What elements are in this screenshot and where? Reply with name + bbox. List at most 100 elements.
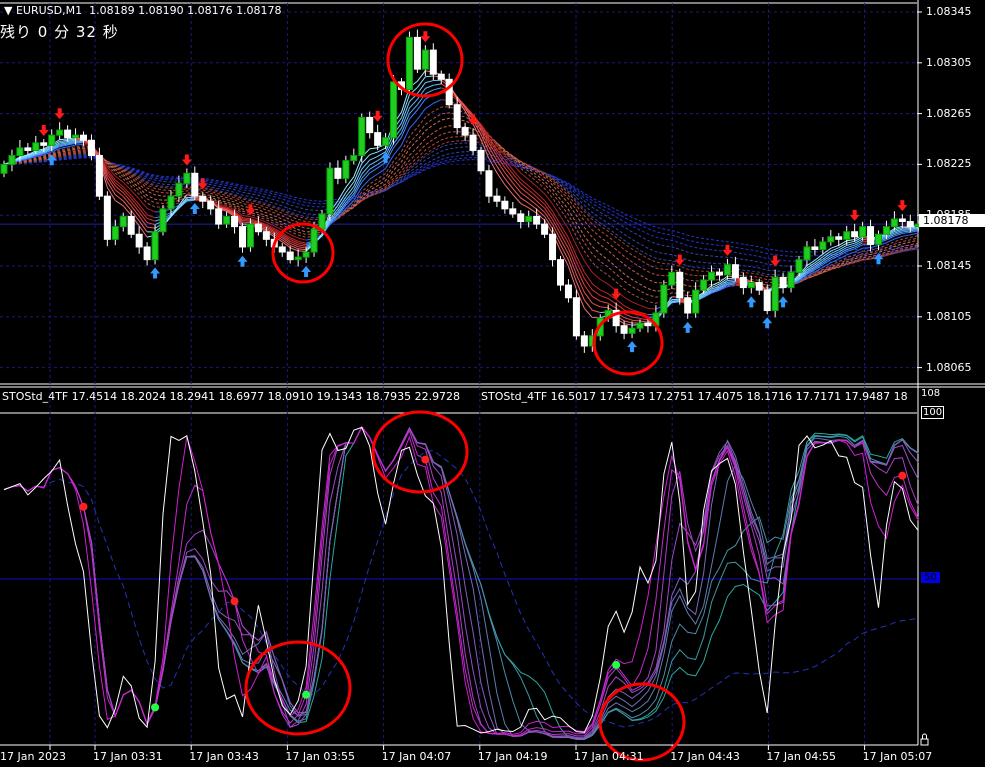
candle-bull bbox=[827, 236, 835, 243]
ema-fast-segment bbox=[671, 298, 680, 301]
candle-bull bbox=[747, 282, 755, 289]
candle-bear bbox=[716, 271, 723, 276]
candle-bear bbox=[143, 246, 151, 261]
candle-bear bbox=[135, 233, 143, 248]
ema-fast-segment bbox=[122, 181, 132, 191]
ema-fast-segment bbox=[567, 228, 577, 246]
candle-bull bbox=[119, 215, 127, 228]
buy-arrow-icon bbox=[627, 341, 638, 353]
ema-fast-segment bbox=[583, 278, 593, 291]
candle-bull bbox=[72, 134, 80, 139]
ema-fast-segment bbox=[528, 179, 537, 187]
candle-bear bbox=[684, 297, 692, 314]
ema-fast-segment bbox=[623, 317, 633, 321]
candle-bull bbox=[246, 223, 254, 248]
ema-fast-segment bbox=[830, 258, 839, 264]
ema-fast-segment bbox=[902, 234, 911, 237]
ema-mid-line bbox=[3, 112, 919, 298]
candle-bear bbox=[231, 215, 239, 228]
ema-fast-segment bbox=[146, 217, 156, 222]
chart-canvas[interactable] bbox=[0, 0, 985, 767]
candle-bull bbox=[890, 218, 898, 228]
sell-arrow-icon bbox=[54, 108, 65, 120]
ema-fast-segment bbox=[528, 185, 537, 194]
ema-fast-segment bbox=[416, 108, 426, 120]
candle-bull bbox=[310, 228, 318, 253]
ema-fast-segment bbox=[425, 84, 434, 89]
candle-bear bbox=[278, 246, 286, 253]
candle-bear bbox=[644, 322, 652, 327]
candle-bull bbox=[405, 36, 413, 90]
ema-fast-segment bbox=[583, 271, 593, 285]
candle-bull bbox=[32, 142, 40, 151]
ema-fast-segment bbox=[409, 119, 418, 129]
ema-fast-segment bbox=[433, 99, 442, 104]
stoch-buy-dot bbox=[302, 690, 311, 699]
ema-fast-segment bbox=[838, 242, 847, 249]
ema-fast-segment bbox=[416, 88, 426, 100]
ema-fast-segment bbox=[894, 235, 903, 240]
sell-arrow-icon bbox=[849, 209, 860, 221]
time-axis-label: 17 Jan 2023 bbox=[0, 750, 66, 763]
candle-bear bbox=[453, 104, 461, 129]
candle-bear bbox=[620, 325, 628, 334]
candle-bull bbox=[0, 163, 8, 174]
candle-bull bbox=[700, 279, 708, 291]
candle-bear bbox=[564, 284, 572, 299]
candle-bear bbox=[374, 132, 382, 146]
ema-fast-segment bbox=[369, 147, 378, 150]
ema-fast-segment bbox=[106, 171, 116, 184]
ema-fast-segment bbox=[115, 200, 124, 207]
indicator-label-1: STOStd_4TF 17.4514 18.2024 18.2941 18.69… bbox=[2, 390, 461, 403]
ema-fast-segment bbox=[591, 283, 601, 291]
ema-fast-segment bbox=[838, 240, 847, 246]
ema-fast-segment bbox=[536, 200, 545, 209]
ema-fast-segment bbox=[592, 295, 601, 302]
candle-bull bbox=[525, 215, 533, 223]
ema-fast-segment bbox=[425, 102, 434, 110]
ema-fast-segment bbox=[250, 216, 259, 220]
ema-fast-segment bbox=[902, 229, 911, 232]
candle-bull bbox=[628, 327, 636, 334]
buy-arrow-icon bbox=[746, 296, 757, 308]
ema-fast-segment bbox=[902, 231, 911, 234]
candle-bull bbox=[390, 81, 398, 139]
candle-bear bbox=[779, 276, 787, 289]
stoch-axis-top: 108 bbox=[921, 388, 941, 399]
stoch-sell-dot bbox=[898, 471, 907, 480]
ema-fast-segment bbox=[600, 300, 609, 304]
ema-fast-segment bbox=[75, 143, 84, 146]
ema-fast-segment bbox=[870, 245, 879, 249]
ema-fast-segment bbox=[353, 178, 363, 194]
candle-bear bbox=[851, 231, 859, 238]
ema-fast-segment bbox=[632, 319, 641, 322]
ema-slow-line bbox=[3, 151, 919, 267]
candle-bull bbox=[151, 231, 159, 261]
candle-bull bbox=[111, 226, 119, 240]
candle-bull bbox=[882, 226, 890, 235]
time-axis-label: 17 Jan 03:55 bbox=[285, 750, 356, 763]
candle-bull bbox=[167, 195, 175, 210]
candle-bull bbox=[302, 251, 310, 258]
sell-arrow-icon bbox=[611, 288, 622, 300]
candle-bull bbox=[819, 241, 827, 250]
indicator-label-2: STOStd_4TF 16.5017 17.5473 17.2751 17.40… bbox=[481, 390, 908, 403]
candle-bear bbox=[95, 155, 103, 197]
ema-fast-segment bbox=[552, 203, 561, 217]
candle-bull bbox=[350, 155, 358, 162]
time-axis-label: 17 Jan 04:07 bbox=[381, 750, 452, 763]
stoch-axis-100: 100 bbox=[921, 406, 945, 419]
candle-bear bbox=[24, 147, 32, 151]
candle-bull bbox=[48, 134, 56, 146]
ema-fast-segment bbox=[496, 165, 506, 179]
candle-bear bbox=[739, 276, 747, 289]
ema-fast-segment bbox=[536, 204, 545, 213]
ema-mid-line bbox=[3, 125, 919, 287]
candle-bear bbox=[549, 233, 557, 261]
candle-bull bbox=[660, 284, 668, 314]
buy-arrow-icon bbox=[150, 267, 161, 279]
ema-fast-segment bbox=[607, 302, 617, 309]
ema-fast-segment bbox=[624, 323, 633, 326]
ema-fast-segment bbox=[623, 305, 633, 311]
candle-bear bbox=[215, 208, 223, 225]
